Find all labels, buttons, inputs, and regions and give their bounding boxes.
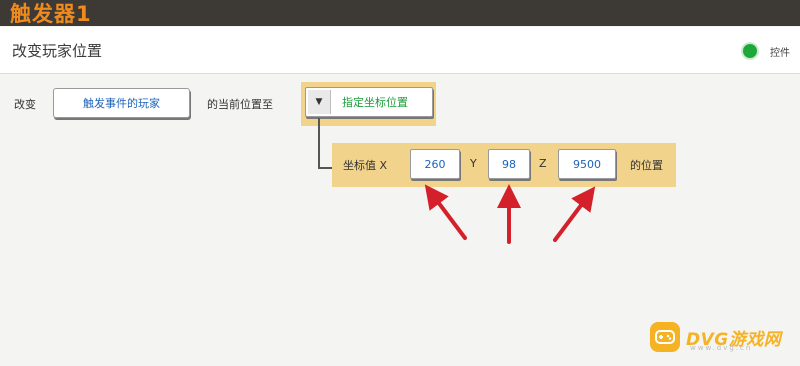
- annotation-arrows: [424, 184, 596, 244]
- arrow-to-z-icon: [553, 186, 596, 242]
- watermark-url: www.dvg.cn: [690, 344, 753, 352]
- arrow-to-x-icon: [424, 184, 467, 240]
- gamepad-icon: [650, 322, 680, 352]
